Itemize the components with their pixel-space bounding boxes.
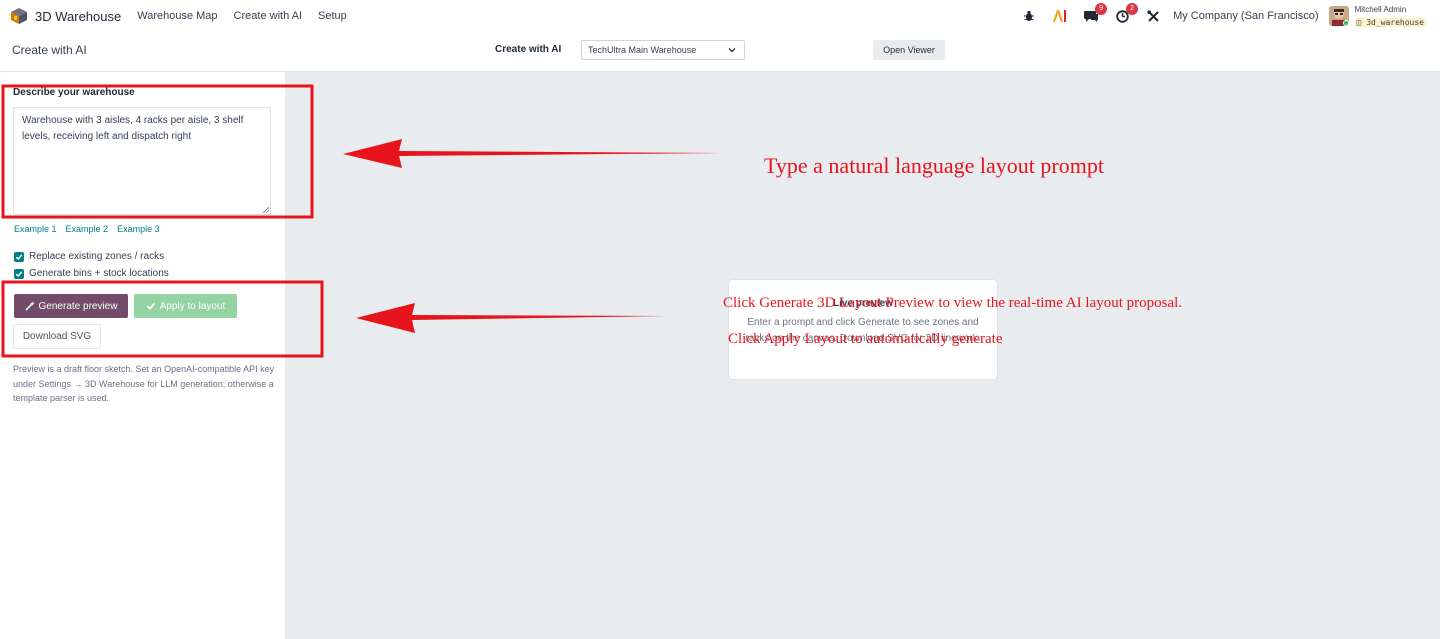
replace-zones-checkbox[interactable]: Replace existing zones / racks [14,251,164,262]
tools-icon[interactable] [1145,8,1161,24]
checkbox-checked-icon[interactable] [14,268,24,279]
annotation-generate: Click Generate 3D Layout Preview to view… [723,295,1183,311]
annotation-apply: Click Apply Layout to automatically gene… [728,331,1003,347]
example-links: Example 1 Example 2 Example 3 [14,224,169,234]
activities-clock-icon[interactable]: 2 [1114,3,1139,24]
control-panel: Create with AI Create with AI TechUltra … [0,32,1440,72]
online-status-icon [1342,20,1349,26]
app-brand[interactable]: 3D Warehouse [10,7,121,25]
magic-wand-icon [24,301,35,311]
user-menu[interactable]: Mitchell Admin ◫ 3d_warehouse [1328,4,1426,28]
example-2-link[interactable]: Example 2 [66,224,109,234]
menu-setup[interactable]: Setup [318,10,347,22]
annotation-main: Type a natural language layout prompt [764,153,1104,178]
help-text: Preview is a draft floor sketch. Set an … [13,364,275,403]
generate-preview-button[interactable]: Generate preview [14,294,128,318]
top-navbar: 3D Warehouse Warehouse Map Create with A… [0,0,1440,32]
messages-icon[interactable]: 9 [1083,3,1108,24]
generate-bins-checkbox[interactable]: Generate bins + stock locations [14,268,169,279]
open-viewer-button[interactable]: Open Viewer [873,40,945,60]
download-svg-button[interactable]: Download SVG [13,324,101,349]
ai-icon[interactable] [1052,8,1068,24]
database-tag: ◫ 3d_warehouse [1354,18,1426,27]
check-icon [146,302,155,310]
user-name: Mitchell Admin [1354,5,1407,14]
replace-zones-label: Replace existing zones / racks [29,251,165,262]
apply-to-layout-label: Apply to layout [159,300,226,312]
database-name: 3d_warehouse [1366,18,1424,27]
breadcrumb: Create with AI [12,43,87,57]
chevron-down-icon [728,48,736,53]
avatar [1328,6,1349,26]
generate-preview-label: Generate preview [38,300,118,312]
describe-label: Describe your warehouse [13,87,135,98]
messages-badge: 9 [1095,3,1108,15]
warehouse-app-icon [11,8,27,24]
toolbar-title: Create with AI [495,44,562,55]
warehouse-select-value: TechUltra Main Warehouse [588,45,697,55]
example-3-link[interactable]: Example 3 [117,224,160,234]
apply-to-layout-button[interactable]: Apply to layout [134,294,237,318]
checkbox-checked-icon[interactable] [14,251,24,262]
resize-grip-icon[interactable] [262,206,269,213]
prompt-textarea[interactable]: Warehouse with 3 aisles, 4 racks per ais… [13,107,271,215]
activities-badge: 2 [1126,3,1139,15]
systray: 9 2 My Company (San Francisco) Mitchell … [1006,0,1426,32]
main-menu: Warehouse Map Create with AI Setup [137,10,363,22]
app-name: 3D Warehouse [35,8,122,24]
prompt-panel: Describe your warehouse Warehouse with 3… [0,72,285,639]
bug-icon[interactable] [1021,8,1037,24]
menu-create-with-ai[interactable]: Create with AI [234,10,302,22]
warehouse-select[interactable]: TechUltra Main Warehouse [581,40,745,60]
generate-bins-label: Generate bins + stock locations [29,268,169,279]
menu-warehouse-map[interactable]: Warehouse Map [137,10,217,22]
example-1-link[interactable]: Example 1 [14,224,57,234]
company-switcher[interactable]: My Company (San Francisco) [1173,10,1319,22]
